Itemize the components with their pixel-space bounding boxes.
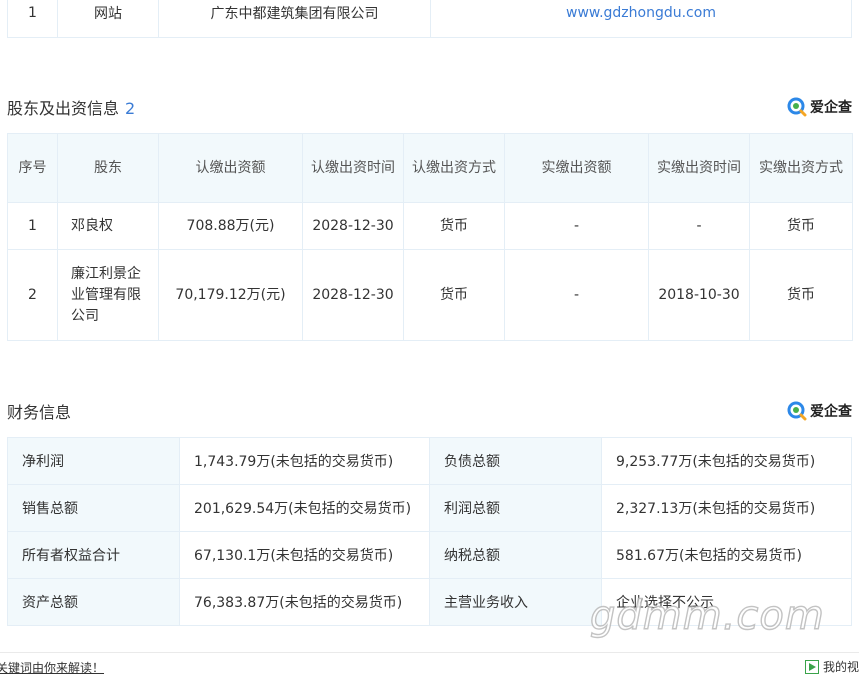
header-paid-amount: 实缴出资额 [504,133,649,203]
finance-value: 581.67万(未包括的交易货币) [601,531,852,579]
my-video-button[interactable]: 我的视 [804,658,859,675]
cell-paid-amount: - [504,249,649,341]
bottom-keyword-link[interactable]: 关键词由你来解读！ [0,659,104,676]
cell-paid-date: - [648,202,750,250]
finance-value: 9,253.77万(未包括的交易货币) [601,437,852,485]
finance-label: 负债总额 [429,437,602,485]
cell-index: 1 [7,202,58,250]
cell-subscribed-method: 货币 [403,202,505,250]
table-row: 1 网站 广东中都建筑集团有限公司 www.gdzhongdu.com [7,0,852,38]
aiqicha-logo-icon [787,401,807,421]
finance-label: 资产总额 [7,578,180,626]
shareholders-title: 股东及出资信息 2 [7,95,135,119]
finance-label: 销售总额 [7,484,180,532]
finance-title: 财务信息 [7,399,71,423]
finance-value: 76,383.87万(未包括的交易货币) [179,578,430,626]
table-row: 1 邓良权 708.88万(元) 2028-12-30 货币 - - 货币 [7,202,853,250]
finance-value: 1,743.79万(未包括的交易货币) [179,437,430,485]
table-row: 销售总额 201,629.54万(未包括的交易货币) 利润总额 2,327.13… [7,484,852,532]
row-type: 网站 [57,0,159,38]
table-header-row: 序号 股东 认缴出资额 认缴出资时间 认缴出资方式 实缴出资额 实缴出资时间 实… [7,133,853,203]
table-row: 净利润 1,743.79万(未包括的交易货币) 负债总额 9,253.77万(未… [7,437,852,485]
finance-label: 所有者权益合计 [7,531,180,579]
shareholders-table: 序号 股东 认缴出资额 认缴出资时间 认缴出资方式 实缴出资额 实缴出资时间 实… [7,133,853,341]
cell-paid-method: 货币 [749,249,853,341]
header-subscribed-amount: 认缴出资额 [158,133,303,203]
row-index: 1 [7,0,58,38]
play-icon [804,659,819,674]
shareholders-title-text: 股东及出资信息 [7,99,120,118]
aiqicha-logo-text: 爱企查 [810,100,852,116]
cell-subscribed-amount: 70,179.12万(元) [158,249,303,341]
cell-paid-date: 2018-10-30 [648,249,750,341]
finance-label: 主营业务收入 [429,578,602,626]
bottom-bar: 关键词由你来解读！ 我的视 [0,652,859,681]
cell-holder[interactable]: 廉江利景企业管理有限公司 [57,249,159,341]
website-table: 1 网站 广东中都建筑集团有限公司 www.gdzhongdu.com [7,0,852,38]
table-row: 2 廉江利景企业管理有限公司 70,179.12万(元) 2028-12-30 … [7,249,853,341]
finance-title-text: 财务信息 [7,403,72,422]
shareholders-count: 2 [125,99,136,118]
cell-holder[interactable]: 邓良权 [57,202,159,250]
cell-subscribed-date: 2028-12-30 [302,202,404,250]
aiqicha-logo-icon [787,97,807,117]
cell-paid-method: 货币 [749,202,853,250]
cell-index: 2 [7,249,58,341]
header-paid-method: 实缴出资方式 [749,133,853,203]
my-video-label: 我的视 [822,660,859,674]
finance-label: 纳税总额 [429,531,602,579]
aiqicha-logo[interactable]: 爱企查 [787,401,852,421]
cell-subscribed-amount: 708.88万(元) [158,202,303,250]
website-name: 广东中都建筑集团有限公司 [158,0,431,38]
cell-paid-amount: - [504,202,649,250]
aiqicha-logo-text: 爱企查 [810,404,852,420]
finance-label: 利润总额 [429,484,602,532]
header-paid-date: 实缴出资时间 [648,133,750,203]
finance-value: 67,130.1万(未包括的交易货币) [179,531,430,579]
aiqicha-logo[interactable]: 爱企查 [787,97,852,117]
header-subscribed-method: 认缴出资方式 [403,133,505,203]
finance-value: 201,629.54万(未包括的交易货币) [179,484,430,532]
finance-value: 2,327.13万(未包括的交易货币) [601,484,852,532]
cell-subscribed-date: 2028-12-30 [302,249,404,341]
table-row: 所有者权益合计 67,130.1万(未包括的交易货币) 纳税总额 581.67万… [7,531,852,579]
finance-label: 净利润 [7,437,180,485]
header-subscribed-date: 认缴出资时间 [302,133,404,203]
site-watermark: gdmm.com [589,592,825,639]
website-link[interactable]: www.gdzhongdu.com [430,0,852,38]
header-holder: 股东 [57,133,159,203]
cell-subscribed-method: 货币 [403,249,505,341]
header-index: 序号 [7,133,58,203]
